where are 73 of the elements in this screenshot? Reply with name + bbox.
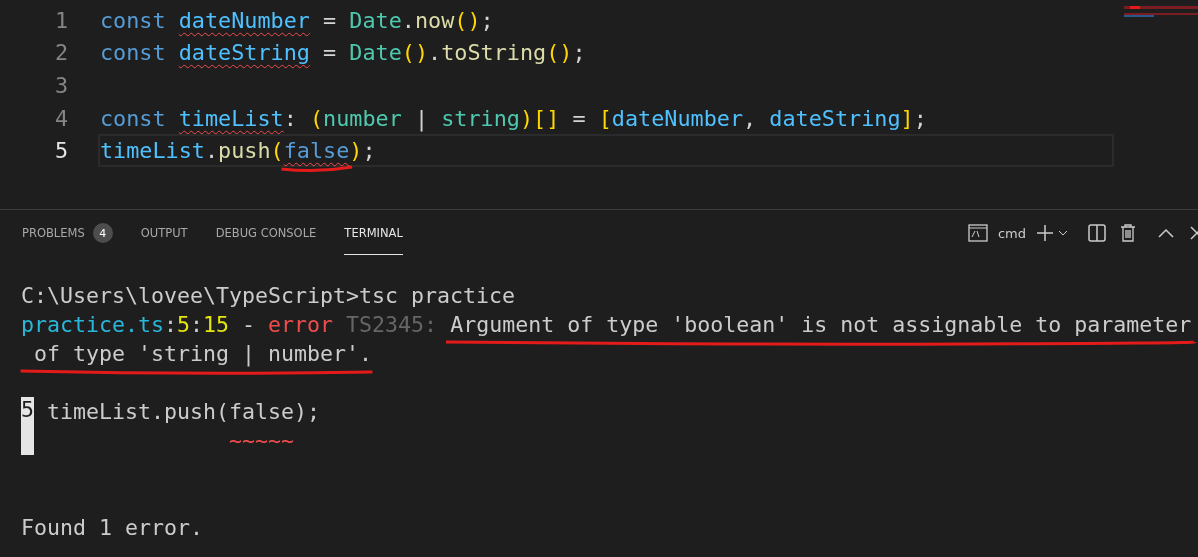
code-token: ] (900, 105, 914, 131)
code-punctuation: ; (913, 105, 927, 131)
trash-icon[interactable] (1120, 224, 1136, 242)
diagnostic-part: practice.ts (21, 312, 164, 337)
chevron-down-icon[interactable] (1058, 229, 1068, 237)
code-token: false (283, 138, 350, 164)
terminal-icon[interactable] (967, 224, 988, 242)
code-token: [ (598, 105, 612, 131)
code-token: timeList (178, 105, 284, 131)
panel-tab[interactable]: DEBUG CONSOLE (215, 211, 317, 255)
diagnostic-part: TS2345: (346, 312, 439, 337)
diagnostic-part: 5 (177, 312, 191, 337)
code-token: toString (441, 40, 547, 66)
code-punctuation: = (571, 105, 587, 131)
diagnostic-part: error (268, 312, 335, 337)
minimap-drawing[interactable] (1124, 6, 1198, 18)
code-token: Date (349, 40, 402, 66)
code-token: now (415, 7, 455, 33)
code-punctuation: ; (362, 138, 376, 164)
code-token: dateString (178, 40, 310, 66)
code-punctuation: | (413, 105, 430, 131)
line-number: 3 (53, 73, 69, 98)
code-token: ) (349, 138, 363, 164)
code-token: () (546, 40, 573, 66)
code-token: number (323, 105, 402, 131)
code-token: ( (270, 138, 284, 164)
diagnostic-part: : (190, 312, 204, 337)
panel-tab[interactable]: OUTPUT (140, 211, 188, 255)
code-token: string (441, 105, 520, 131)
code-punctuation: . (428, 40, 442, 66)
code-token: dateNumber (178, 7, 310, 33)
panel-tab[interactable]: TERMINAL (344, 211, 403, 255)
split-icon[interactable] (1088, 224, 1106, 242)
count-badge: 4 (92, 223, 113, 243)
code-punctuation: ; (480, 7, 494, 33)
code-token: const (100, 40, 167, 66)
code-token: )[] (520, 105, 560, 131)
line-number: 5 (53, 138, 69, 164)
code-token: push (218, 138, 271, 164)
chevron-up-icon[interactable] (1158, 228, 1174, 238)
code-punctuation: = (322, 40, 338, 66)
code-punctuation: = (322, 7, 338, 33)
line-number: 4 (53, 105, 69, 131)
code-punctuation: . (205, 138, 219, 164)
diagnostic-part: 15 (203, 312, 230, 337)
source-line-number: 5 (21, 397, 34, 455)
plus-icon[interactable] (1036, 224, 1054, 242)
terminal-name[interactable]: cmd (997, 225, 1026, 241)
terminal-line: C:\Users\lovee\TypeScript>tsc practice (21, 283, 516, 308)
code-token: ( (310, 105, 324, 131)
code-token: () (401, 40, 429, 66)
code-token: const (100, 7, 167, 33)
close-icon[interactable] (1190, 226, 1198, 240)
code-punctuation: , (743, 105, 758, 131)
code-token: const (100, 105, 167, 131)
panel-tab[interactable]: PROBLEMS 4 (22, 211, 113, 255)
code-punctuation: . (401, 7, 415, 33)
code-token: () (454, 7, 481, 33)
line-number: 1 (53, 7, 69, 33)
source-line: timeList.push(false); (46, 399, 321, 424)
diagnostic-part: : (164, 312, 178, 337)
code-token: dateString (769, 105, 901, 131)
terminal-line: Found 1 error. (21, 515, 203, 540)
error-message: Argument of type 'boolean' is not assignable to parameter (450, 312, 1192, 337)
code-punctuation: : (283, 105, 298, 131)
line-number: 2 (53, 40, 69, 66)
diagnostic-part: - (241, 312, 257, 337)
code-token: timeList (100, 138, 205, 164)
error-message: of type 'string | number'. (33, 341, 372, 366)
code-token: Date (349, 7, 402, 33)
error-squiggle: ~~~~~ (228, 428, 295, 453)
code-token: dateNumber (611, 105, 744, 131)
code-punctuation: ; (572, 40, 586, 66)
